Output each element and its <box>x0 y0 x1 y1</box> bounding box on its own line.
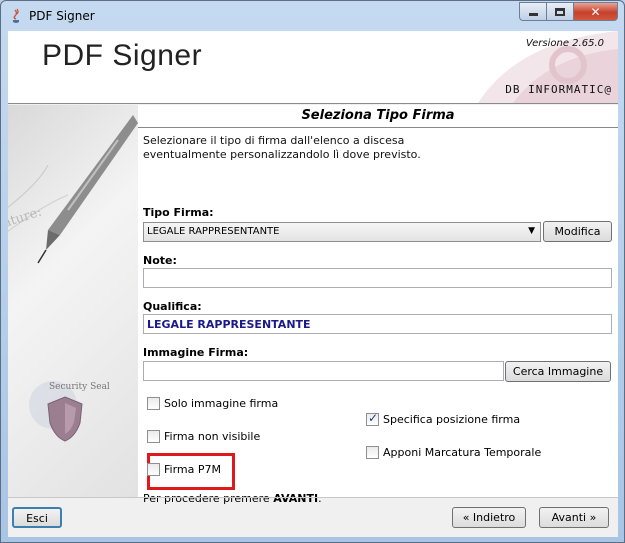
svg-text:ature:: ature: <box>8 205 44 232</box>
tipo-firma-select[interactable]: LEGALE RAPPRESENTANTE ▼ <box>143 222 541 242</box>
qualifica-label: Qualifica: <box>143 300 202 313</box>
firma-non-visibile-box[interactable] <box>147 430 160 443</box>
app-window: PDF Signer ✕ PDF Signer Versione 2.65.0 … <box>0 0 625 543</box>
dialog-client: PDF Signer Versione 2.65.0 DB INFORMATIC… <box>8 31 618 537</box>
description: Selezionare il tipo di firma dall'elenco… <box>143 134 613 162</box>
proceed-suffix: . <box>318 492 322 505</box>
apponi-marcatura-label: Apponi Marcatura Temporale <box>383 446 542 459</box>
solo-immagine-label: Solo immagine firma <box>164 397 279 410</box>
immagine-firma-input[interactable] <box>143 361 504 381</box>
solo-immagine-box[interactable] <box>147 397 160 410</box>
maximize-icon <box>555 7 565 16</box>
solo-immagine-checkbox[interactable]: Solo immagine firma <box>147 397 278 410</box>
section-title: Seleziona Tipo Firma <box>301 108 455 123</box>
tipo-firma-selected: LEGALE RAPPRESENTANTE <box>147 226 280 237</box>
firma-non-visibile-checkbox[interactable]: Firma non visibile <box>147 430 260 443</box>
description-line-2: eventualmente personalizzandolo lì dove … <box>143 148 421 161</box>
dropdown-arrow-icon[interactable]: ▼ <box>528 226 535 236</box>
close-icon: ✕ <box>590 4 601 19</box>
indietro-button[interactable]: « Indietro <box>452 507 526 528</box>
modifica-button[interactable]: Modifica <box>543 221 612 242</box>
note-label: Note: <box>143 254 177 267</box>
maximize-button[interactable] <box>546 2 573 21</box>
immagine-firma-label: Immagine Firma: <box>143 346 249 359</box>
cerca-immagine-button[interactable]: Cerca Immagine <box>505 361 611 382</box>
side-image-panel: ature: Security Seal <box>8 105 138 497</box>
firma-non-visibile-label: Firma non visibile <box>164 430 261 443</box>
esci-button[interactable]: Esci <box>12 507 62 528</box>
security-seal-text: Security Seal <box>49 382 110 392</box>
proceed-keyword: AVANTI <box>273 492 319 505</box>
window-title: PDF Signer <box>29 9 95 23</box>
proceed-instruction: Per procedere premere AVANTI. <box>143 492 322 505</box>
shield-icon <box>47 396 83 442</box>
header-banner: PDF Signer Versione 2.65.0 DB INFORMATIC… <box>8 31 618 103</box>
apponi-marcatura-checkbox[interactable]: Apponi Marcatura Temporale <box>366 446 541 459</box>
close-button[interactable]: ✕ <box>573 2 618 21</box>
qualifica-input[interactable]: LEGALE RAPPRESENTANTE <box>143 314 612 334</box>
specifica-posizione-checkbox[interactable]: Specifica posizione firma <box>366 411 521 426</box>
brand-logo: DB INFORMATIC@ <box>505 83 612 96</box>
firma-p7m-checkbox[interactable]: Firma P7M <box>147 463 221 476</box>
firma-p7m-label: Firma P7M <box>164 463 221 476</box>
tipo-firma-label: Tipo Firma: <box>143 206 214 219</box>
apponi-marcatura-box[interactable] <box>366 446 379 459</box>
specifica-posizione-box[interactable] <box>366 411 379 426</box>
avanti-button[interactable]: Avanti » <box>539 507 609 528</box>
minimize-button[interactable] <box>519 2 546 21</box>
description-line-1: Selezionare il tipo di firma dall'elenco… <box>143 134 405 147</box>
title-bar[interactable]: PDF Signer ✕ <box>1 1 624 31</box>
minimize-icon <box>528 13 538 16</box>
proceed-prefix: Per procedere premere <box>143 492 274 505</box>
java-icon <box>13 8 19 23</box>
header-divider <box>8 103 618 104</box>
version-label: Versione 2.65.0 <box>525 38 604 49</box>
section-divider <box>138 127 618 128</box>
specifica-posizione-label: Specifica posizione firma <box>383 413 521 426</box>
qualifica-value: LEGALE RAPPRESENTANTE <box>147 318 311 331</box>
form-content: Seleziona Tipo Firma Selezionare il tipo… <box>138 105 618 505</box>
note-input[interactable] <box>143 268 612 288</box>
footer-divider <box>8 497 618 498</box>
firma-p7m-box[interactable] <box>147 463 160 476</box>
app-title: PDF Signer <box>42 39 203 72</box>
